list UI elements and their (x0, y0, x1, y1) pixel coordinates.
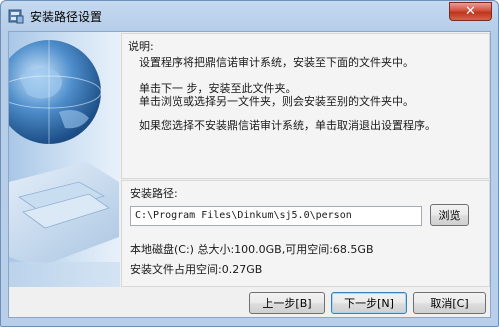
installer-window: 安装路径设置 ✕ 说明: 设置程序将把鼎信诺审计系统，安装至下面的文件夹中。 单… (0, 0, 499, 327)
description-panel: 说明: 设置程序将把鼎信诺审计系统，安装至下面的文件夹中。 单击下一 步，安装至… (121, 33, 490, 179)
browse-button[interactable]: 浏览 (430, 204, 469, 226)
close-button[interactable]: ✕ (449, 2, 492, 21)
cancel-button[interactable]: 取消[C] (413, 292, 486, 314)
globe-icon (9, 40, 120, 287)
description-line-3: 单击浏览或选择另一文件夹，则会安装至别的文件夹中。 (139, 95, 414, 108)
next-button[interactable]: 下一步[N] (331, 292, 407, 314)
description-line-1: 设置程序将把鼎信诺审计系统，安装至下面的文件夹中。 (139, 56, 414, 69)
install-path-input[interactable]: C:\Program Files\Dinkum\sj5.0\person (130, 206, 422, 226)
install-path-panel: 安装路径: C:\Program Files\Dinkum\sj5.0\pers… (121, 180, 490, 287)
back-button[interactable]: 上一步[B] (249, 292, 325, 314)
globe-laptop-illustration (9, 32, 120, 287)
button-bar: 上一步[B] 下一步[N] 取消[C] (9, 288, 490, 317)
close-icon: ✕ (465, 4, 476, 19)
description-line-4: 如果您选择不安装鼎信诺审计系统，单击取消退出设置程序。 (139, 119, 436, 132)
title-bar[interactable]: 安装路径设置 ✕ (1, 1, 498, 31)
disk-info-text: 本地磁盘(C:) 总大小:100.0GB,可用空间:68.5GB (130, 243, 374, 256)
dialog-client-area: 说明: 设置程序将把鼎信诺审计系统，安装至下面的文件夹中。 单击下一 步，安装至… (8, 31, 491, 318)
window-title: 安装路径设置 (30, 10, 103, 24)
description-heading: 说明: (128, 40, 154, 53)
install-path-label: 安装路径: (130, 187, 178, 200)
installer-app-icon (8, 9, 24, 24)
required-space-text: 安装文件占用空间:0.27GB (130, 263, 263, 276)
